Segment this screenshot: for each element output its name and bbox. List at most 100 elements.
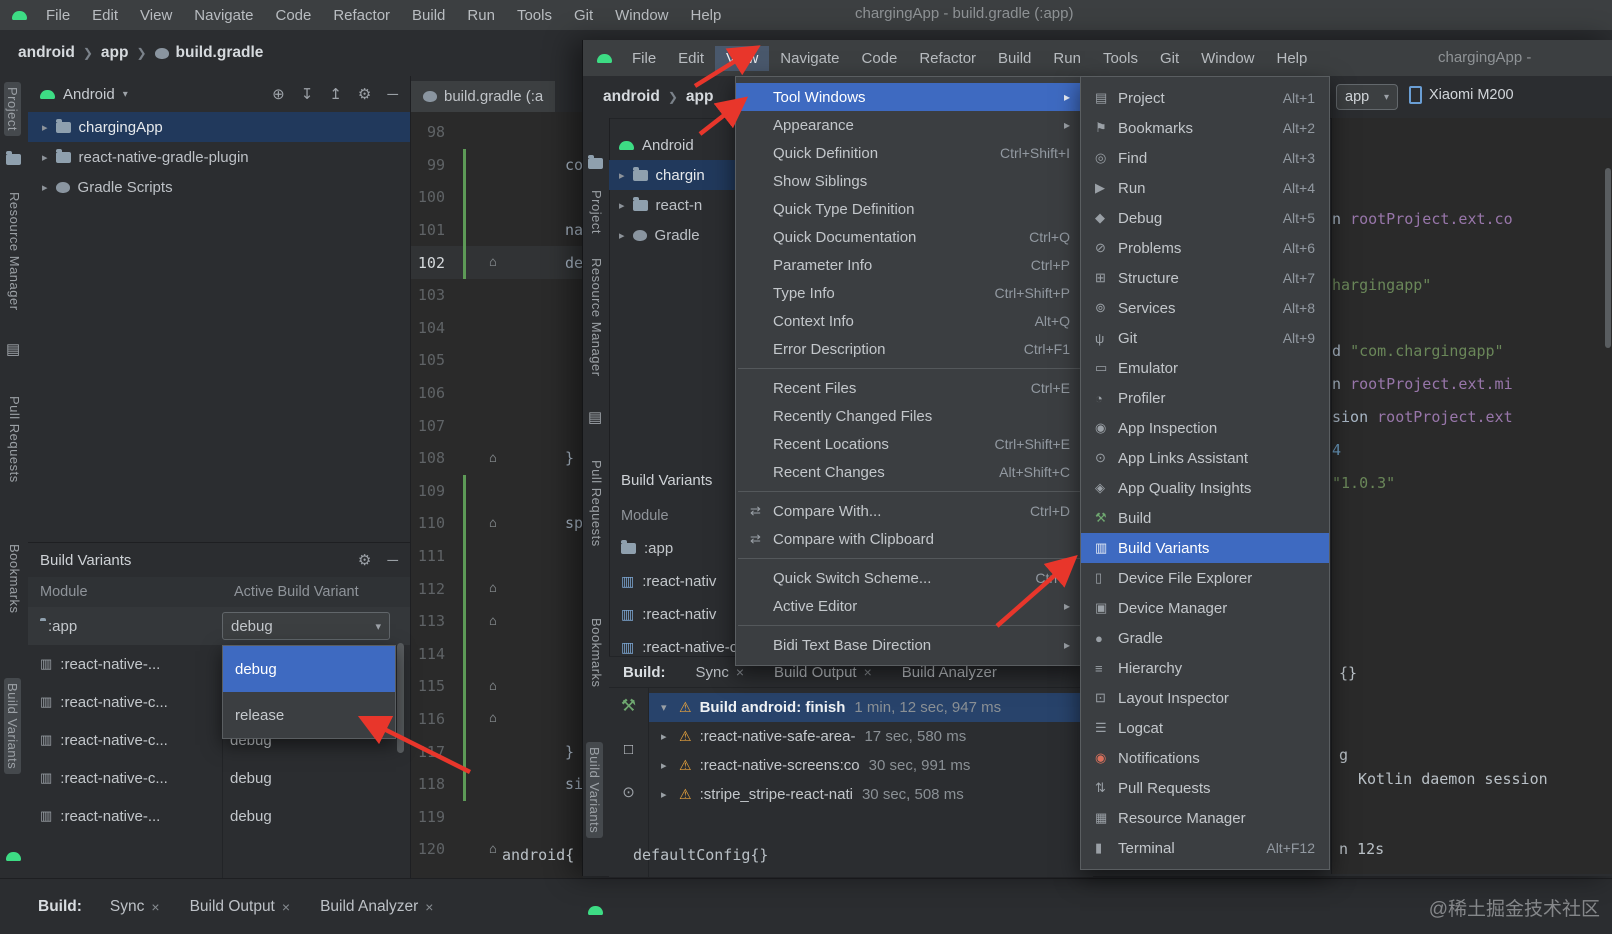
editor-line[interactable]: 98 ⌂ xyxy=(411,116,583,149)
tool-window-menu-item[interactable]: ψ Git Alt+9 ▸ xyxy=(1081,323,1329,353)
editor-line[interactable]: 100 ⌂ xyxy=(411,181,583,214)
tool-window-menu-item[interactable]: ● Gradle ▸ xyxy=(1081,623,1329,653)
view-menu-item[interactable]: Context Info Alt+Q ▸ xyxy=(736,307,1084,335)
view-menu-item[interactable]: ⇄ Compare with Clipboard ▸ xyxy=(736,525,1084,553)
tool-window-menu-item[interactable]: ☰ Logcat ▸ xyxy=(1081,713,1329,743)
stripe-pull-requests-button[interactable]: Pull Requests xyxy=(589,460,604,547)
build-variant-row[interactable]: :app xyxy=(621,540,673,557)
stripe-project-button[interactable]: Project xyxy=(4,82,21,136)
view-menu-item[interactable]: Bidi Text Base Direction ▸ xyxy=(736,631,1084,659)
editor-line[interactable]: 116 ⌂ xyxy=(411,703,583,736)
editor-line[interactable] xyxy=(1332,301,1612,334)
menu-item[interactable]: Code xyxy=(850,46,908,71)
menu-item[interactable]: Help xyxy=(1266,46,1319,71)
breadcrumb-android[interactable]: android xyxy=(603,88,660,106)
stripe-build-variants-button[interactable]: Build Variants xyxy=(4,678,21,775)
project-view-selector[interactable]: Android xyxy=(63,86,115,103)
variant-cell[interactable]: debug ▾ xyxy=(222,808,272,825)
view-menu-item[interactable]: Quick Documentation Ctrl+Q ▸ xyxy=(736,223,1084,251)
view-menu-item[interactable]: ▸ xyxy=(738,625,1082,626)
menu-item[interactable]: Window xyxy=(604,3,679,28)
breadcrumb-android[interactable]: android xyxy=(18,44,75,62)
menu-item[interactable]: Tools xyxy=(1092,46,1149,71)
variant-cell[interactable]: debug ▾ xyxy=(222,770,272,787)
hammer-icon[interactable]: ⚒ xyxy=(621,697,636,714)
build-task-row[interactable]: ▸ ⚠ :react-native-screens:co 30 sec, 991… xyxy=(649,751,1093,780)
stripe-bookmarks-button[interactable]: Bookmarks xyxy=(589,618,604,688)
menu-item[interactable]: Build xyxy=(401,3,456,28)
editor-line[interactable]: 105 ⌂ xyxy=(411,344,583,377)
view-menu-item[interactable]: Quick Definition Ctrl+Shift+I ▸ xyxy=(736,139,1084,167)
menu-item[interactable]: Window xyxy=(1190,46,1265,71)
stripe-build-variants-button[interactable]: Build Variants xyxy=(586,742,603,839)
project-view-selector[interactable]: Android xyxy=(642,137,694,154)
build-task-row[interactable]: ▸ ⚠ :react-native-safe-area- 17 sec, 580… xyxy=(649,722,1093,751)
tool-window-menu-item[interactable]: ▦ Resource Manager ▸ xyxy=(1081,803,1329,833)
view-menu-item[interactable]: Quick Type Definition ▸ xyxy=(736,195,1084,223)
fold-marker-icon[interactable]: ⌂ xyxy=(489,711,505,726)
menu-item[interactable]: Run xyxy=(456,3,506,28)
editor-line[interactable]: 4 xyxy=(1332,433,1612,466)
editor-line[interactable]: 108 ⌂ } xyxy=(411,442,583,475)
breadcrumb-app[interactable]: app xyxy=(101,44,129,62)
tool-window-menu-item[interactable]: ⇅ Pull Requests ▸ xyxy=(1081,773,1329,803)
chevron-icon[interactable]: ▸ xyxy=(661,759,679,772)
editor-line[interactable]: 101 ⌂ na xyxy=(411,214,583,247)
view-menu-item[interactable]: Show Siblings ▸ xyxy=(736,167,1084,195)
menu-item[interactable]: File xyxy=(35,3,81,28)
view-menu-item[interactable]: Recent Locations Ctrl+Shift+E ▸ xyxy=(736,430,1084,458)
menu-item[interactable]: Tools xyxy=(506,3,563,28)
tool-window-menu-item[interactable]: ⊘ Problems Alt+6 ▸ xyxy=(1081,233,1329,263)
view-menu-item[interactable]: Recent Changes Alt+Shift+C ▸ xyxy=(736,458,1084,486)
editor-tab-build-gradle[interactable]: build.gradle (:a xyxy=(411,81,556,112)
tool-window-menu-item[interactable]: ⚒ Build ▸ xyxy=(1081,503,1329,533)
tool-window-menu-item[interactable]: ▣ Device Manager ▸ xyxy=(1081,593,1329,623)
menu-item[interactable]: Refactor xyxy=(908,46,987,71)
tool-window-menu-item[interactable]: ◈ App Quality Insights ▸ xyxy=(1081,473,1329,503)
build-task-row[interactable]: ▸ ⚠ :stripe_stripe-react-nati 30 sec, 50… xyxy=(649,780,1093,809)
scrollbar-thumb[interactable] xyxy=(397,643,404,753)
editor-line[interactable]: 111 ⌂ xyxy=(411,540,583,573)
build-tab[interactable]: Sync × xyxy=(696,664,745,681)
bottom-tab[interactable]: Build Analyzer × xyxy=(320,898,433,916)
editor-line[interactable]: 110 ⌂ sp xyxy=(411,507,583,540)
tool-window-menu-item[interactable]: ≡ Hierarchy ▸ xyxy=(1081,653,1329,683)
tool-window-menu-item[interactable]: ▭ Emulator ▸ xyxy=(1081,353,1329,383)
tree-item-gradle-scripts[interactable]: ▸ Gradle Scripts xyxy=(28,172,410,202)
menu-item[interactable]: File xyxy=(621,46,667,71)
tool-window-menu-item[interactable]: ◆ Debug Alt+5 ▸ xyxy=(1081,203,1329,233)
scrollbar-thumb[interactable] xyxy=(1605,168,1611,348)
menu-item[interactable]: View xyxy=(715,45,770,71)
view-menu-item[interactable]: Recently Changed Files ▸ xyxy=(736,402,1084,430)
settings-gear-icon[interactable]: ⚙ xyxy=(358,87,371,102)
variant-option-release[interactable]: release xyxy=(223,692,395,738)
tool-window-menu-item[interactable]: ◎ Find Alt+3 ▸ xyxy=(1081,143,1329,173)
build-variant-row[interactable]: ▥ :react-native-... debug ▾ xyxy=(28,797,410,835)
editor-line[interactable]: hargingapp" xyxy=(1332,268,1612,301)
menu-item[interactable]: View xyxy=(129,3,183,28)
tool-window-menu-item[interactable]: ▯ Device File Explorer ▸ xyxy=(1081,563,1329,593)
chevron-right-icon[interactable]: ▸ xyxy=(619,229,625,242)
tool-window-menu-item[interactable]: ⚑ Bookmarks Alt+2 ▸ xyxy=(1081,113,1329,143)
tool-window-menu-item[interactable]: ▤ Project Alt+1 ▸ xyxy=(1081,83,1329,113)
tool-window-menu-item[interactable]: ⊚ Services Alt+8 ▸ xyxy=(1081,293,1329,323)
hide-panel-icon[interactable]: ─ xyxy=(387,87,398,102)
variant-option-debug[interactable]: debug xyxy=(223,646,395,692)
menu-item[interactable]: Run xyxy=(1042,46,1092,71)
editor-line[interactable]: n rootProject.ext.co xyxy=(1332,202,1612,235)
menu-item[interactable]: Git xyxy=(563,3,604,28)
collapse-all-icon[interactable]: ↧ xyxy=(301,87,314,102)
device-selector[interactable]: Xiaomi M200 xyxy=(1409,86,1514,104)
chevron-down-icon[interactable]: ▾ xyxy=(375,620,381,633)
variant-cell[interactable]: debug ▾ xyxy=(222,612,390,640)
editor-line[interactable] xyxy=(1332,235,1612,268)
close-icon[interactable]: × xyxy=(736,664,744,680)
menu-item[interactable]: Edit xyxy=(81,3,129,28)
menu-item[interactable]: Navigate xyxy=(183,3,264,28)
editor-line[interactable]: 104 ⌂ xyxy=(411,312,583,345)
pin-icon[interactable]: ⊙ xyxy=(622,785,635,800)
tool-window-menu-item[interactable]: ⊡ Layout Inspector ▸ xyxy=(1081,683,1329,713)
editor-line[interactable]: 112 ⌂ xyxy=(411,572,583,605)
editor-line[interactable]: 102 ⌂ de xyxy=(411,246,583,279)
menu-item[interactable]: Refactor xyxy=(322,3,401,28)
